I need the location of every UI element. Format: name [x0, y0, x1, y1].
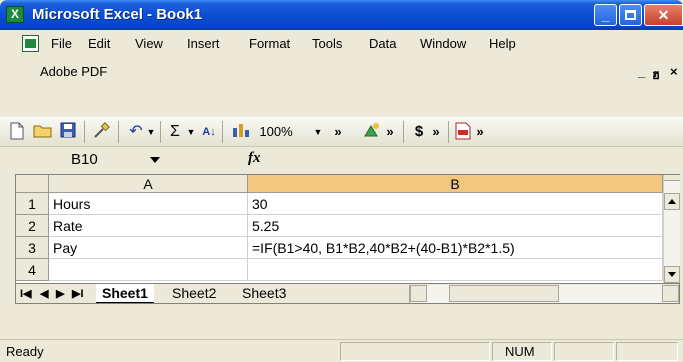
cell-b1[interactable]: 30	[248, 193, 663, 215]
zoom-dropdown-icon[interactable]: ▼	[312, 122, 324, 142]
row-header-4[interactable]: 4	[16, 259, 49, 281]
currency-style-icon[interactable]: $	[412, 122, 426, 142]
scroll-down-icon[interactable]	[664, 266, 680, 283]
clip-art-icon[interactable]	[362, 122, 382, 142]
menu-adobe-pdf[interactable]: Adobe PDF	[40, 64, 107, 79]
sheet-tab-sheet1[interactable]: Sheet1	[96, 284, 154, 303]
maximize-icon	[625, 10, 636, 20]
select-all-corner[interactable]	[16, 175, 49, 193]
row-header-2[interactable]: 2	[16, 215, 49, 237]
menu-window[interactable]: Window	[420, 36, 466, 51]
menu-view[interactable]: View	[135, 36, 163, 51]
zoom-combo[interactable]: 100%	[256, 122, 296, 142]
menu-file[interactable]: File	[51, 36, 72, 51]
next-sheet-icon[interactable]: ▶	[56, 287, 64, 300]
row-header-3[interactable]: 3	[16, 237, 49, 259]
window-title: Microsoft Excel - Book1	[32, 6, 203, 23]
cell-a3[interactable]: Pay	[49, 237, 248, 259]
new-document-icon[interactable]	[8, 122, 26, 142]
autosum-dropdown-icon[interactable]: ▼	[186, 122, 196, 142]
workbook-icon[interactable]	[22, 35, 39, 52]
title-bar: X Microsoft Excel - Book1 _ ✕	[0, 0, 683, 30]
num-lock-indicator: NUM	[505, 344, 535, 359]
toolbar-more-icon-2[interactable]: »	[384, 122, 396, 142]
sheet-tab-bar: I◀ ◀ ▶ ▶I Sheet1 Sheet2 Sheet3	[15, 284, 680, 304]
menu-data[interactable]: Data	[369, 36, 396, 51]
toolbar-more-icon-3[interactable]: »	[430, 122, 442, 142]
undo-dropdown-icon[interactable]: ▼	[146, 122, 156, 142]
scroll-up-icon[interactable]	[664, 193, 680, 210]
chart-wizard-icon[interactable]	[230, 122, 252, 142]
menu-help[interactable]: Help	[489, 36, 516, 51]
undo-icon[interactable]: ↶	[126, 122, 146, 142]
formula-bar: B10 fx	[0, 148, 683, 173]
cell-b4[interactable]	[248, 259, 663, 281]
last-sheet-icon[interactable]: ▶I	[72, 287, 84, 300]
toolbar-separator	[403, 121, 404, 143]
status-panel	[340, 342, 490, 361]
toolbar-separator	[222, 121, 223, 143]
menu-bar: File Edit View Insert Format Tools Data …	[0, 30, 683, 90]
scroll-right-icon[interactable]	[662, 285, 679, 302]
menu-edit[interactable]: Edit	[88, 36, 110, 51]
minimize-button[interactable]: _	[594, 4, 617, 26]
insert-function-icon[interactable]: fx	[248, 150, 261, 167]
toolbar-separator	[448, 121, 449, 143]
menu-format[interactable]: Format	[249, 36, 290, 51]
cell-b3[interactable]: =IF(B1>40, B1*B2,40*B2+(40-B1)*B2*1.5)	[248, 237, 663, 259]
column-header-b[interactable]: B	[248, 175, 663, 193]
toolbar-separator	[118, 121, 119, 143]
doc-minimize-button[interactable]: _	[638, 64, 645, 79]
sheet-tab-sheet3[interactable]: Sheet3	[236, 284, 292, 303]
name-box-dropdown-icon[interactable]	[150, 157, 160, 163]
split-box[interactable]	[664, 175, 680, 181]
doc-close-button[interactable]: ×	[670, 64, 678, 79]
doc-restore-button[interactable]: ฮ	[652, 64, 660, 85]
status-panel	[554, 342, 614, 361]
vertical-scrollbar[interactable]	[663, 175, 680, 283]
status-panel	[616, 342, 678, 361]
status-bar: Ready NUM	[0, 339, 683, 362]
menu-insert[interactable]: Insert	[187, 36, 220, 51]
autosum-icon[interactable]: Σ	[166, 122, 184, 142]
excel-app-icon[interactable]: X	[6, 6, 24, 23]
cell-a4[interactable]	[49, 259, 248, 281]
pdf-icon[interactable]	[454, 122, 472, 142]
cell-a1[interactable]: Hours	[49, 193, 248, 215]
toolbar-more-icon[interactable]: »	[332, 122, 344, 142]
first-sheet-icon[interactable]: I◀	[20, 287, 32, 300]
column-header-a[interactable]: A	[49, 175, 248, 193]
sort-ascending-icon[interactable]: A↓	[200, 122, 218, 142]
status-ready: Ready	[6, 344, 44, 359]
standard-toolbar: ↶ ▼ Σ ▼ A↓ 100% ▼ » » $ » »	[0, 117, 683, 147]
horizontal-scrollbar[interactable]	[409, 285, 679, 303]
sheet-tab-sheet2[interactable]: Sheet2	[166, 284, 222, 303]
worksheet-grid: A B 1 Hours 30 2 Rate 5.25 3 Pay =IF(B1>…	[15, 174, 680, 284]
maximize-button[interactable]	[619, 4, 642, 26]
row-header-1[interactable]: 1	[16, 193, 49, 215]
toolbar-separator	[160, 121, 161, 143]
open-folder-icon[interactable]	[32, 122, 54, 142]
format-painter-icon[interactable]	[90, 122, 112, 142]
name-box[interactable]: B10	[26, 150, 186, 170]
cell-b2[interactable]: 5.25	[248, 215, 663, 237]
scroll-left-icon[interactable]	[410, 285, 427, 302]
close-button[interactable]: ✕	[644, 4, 683, 26]
save-icon[interactable]	[58, 122, 78, 142]
prev-sheet-icon[interactable]: ◀	[40, 287, 48, 300]
toolbar-separator	[84, 121, 85, 143]
menu-tools[interactable]: Tools	[312, 36, 342, 51]
cell-a2[interactable]: Rate	[49, 215, 248, 237]
horizontal-scroll-thumb[interactable]	[449, 285, 559, 302]
toolbar-more-icon-4[interactable]: »	[474, 122, 486, 142]
